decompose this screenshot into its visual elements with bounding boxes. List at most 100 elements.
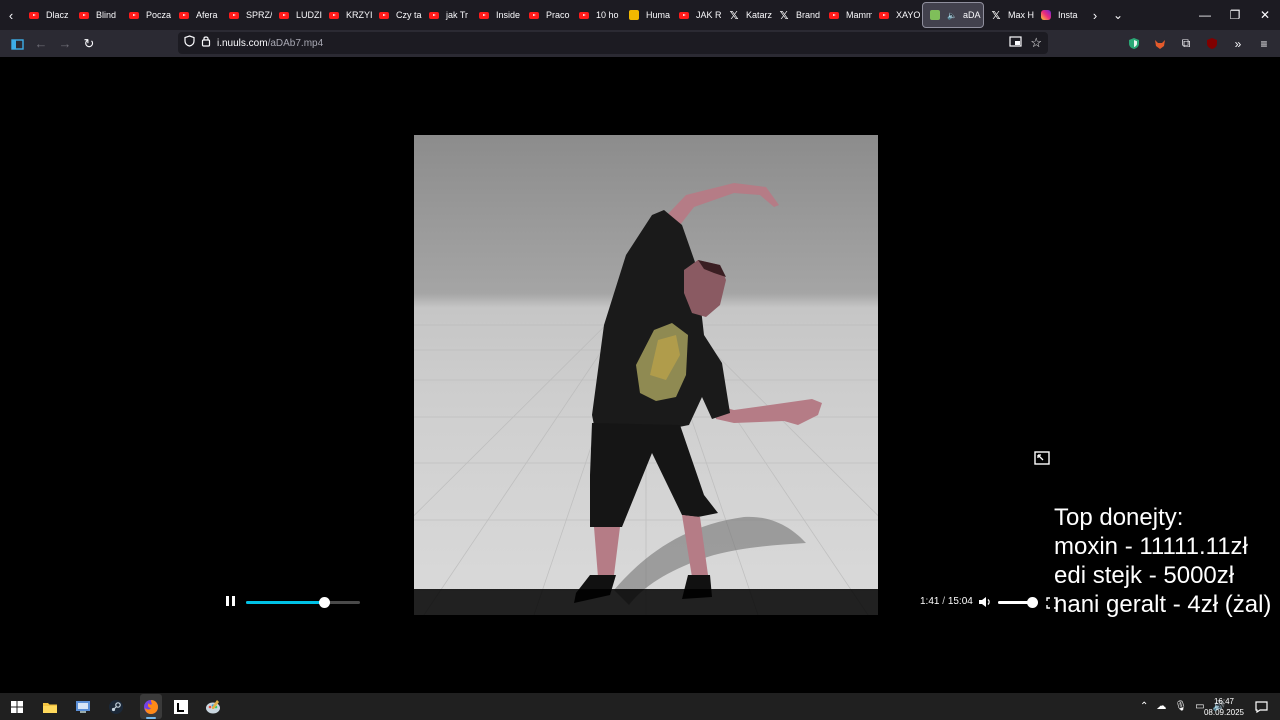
- lock-icon[interactable]: [201, 34, 211, 52]
- tab[interactable]: 𝕏 Katarz: [722, 2, 772, 28]
- tab[interactable]: Inside: [472, 2, 522, 28]
- notifications-icon[interactable]: [1250, 696, 1272, 718]
- current-time: 1:41: [920, 596, 940, 607]
- youtube-icon: [528, 9, 540, 21]
- video-picture: [414, 183, 878, 615]
- minimize-button[interactable]: —: [1190, 0, 1220, 30]
- top-donations-overlay: Top donejty: moxin - 11111.11zł edi stej…: [1054, 503, 1271, 619]
- volume-slider[interactable]: [998, 597, 1039, 608]
- tab-label: Brand: [796, 10, 821, 20]
- pause-button[interactable]: [224, 596, 236, 608]
- tab-label: Inside: [496, 10, 521, 20]
- privacy-badger-icon[interactable]: [1126, 36, 1142, 52]
- notion-app-icon[interactable]: [170, 696, 192, 718]
- tab[interactable]: LUDZI: [272, 2, 322, 28]
- youtube-icon: [178, 9, 190, 21]
- tab-label: SPRZ/: [246, 10, 272, 20]
- tab[interactable]: Pocza: [122, 2, 172, 28]
- taskbar-clock[interactable]: 16:47 08.09.2025: [1198, 696, 1250, 718]
- tab[interactable]: Insta: [1034, 2, 1084, 28]
- youtube-icon: [228, 9, 240, 21]
- volume-handle[interactable]: [1027, 597, 1039, 608]
- tab[interactable]: 10 ho: [572, 2, 622, 28]
- tab[interactable]: Mamm: [822, 2, 872, 28]
- tab[interactable]: Blind: [72, 2, 122, 28]
- tab-audio-playing-icon[interactable]: 🔈: [947, 11, 957, 20]
- fox-extension-icon[interactable]: [1152, 36, 1168, 52]
- youtube-icon: [828, 9, 840, 21]
- scrubber-handle[interactable]: [319, 597, 330, 608]
- tab-list: Dlacz Blind Pocza Afera SPRZ/LUDZI KRZYI Czy t…: [22, 0, 1084, 30]
- steam-icon[interactable]: [105, 696, 127, 718]
- firefox-icon[interactable]: [140, 696, 162, 718]
- picture-in-picture-icon[interactable]: [1032, 449, 1052, 467]
- menu-hamburger-icon[interactable]: ≡: [1256, 36, 1272, 52]
- tab[interactable]: JAK R: [672, 2, 722, 28]
- volume-icon[interactable]: [978, 595, 992, 609]
- sidebar-toggle-icon[interactable]: [5, 32, 29, 56]
- url-host: i.nuuls.com: [217, 37, 268, 49]
- bookmark-star-icon[interactable]: ☆: [1030, 35, 1042, 51]
- tab[interactable]: Huma: [622, 2, 672, 28]
- youtube-icon: [378, 9, 390, 21]
- list-all-tabs-button[interactable]: ⌄: [1106, 0, 1130, 30]
- extensions-area: ⧉ » ≡: [1126, 30, 1272, 57]
- tab-label: Blind: [96, 10, 117, 20]
- youtube-icon: [578, 9, 590, 21]
- tab-label: Pocza: [146, 10, 172, 20]
- forward-button[interactable]: →: [53, 32, 77, 56]
- tabs-scroll-right-button[interactable]: ›: [1084, 0, 1106, 30]
- tab[interactable]: SPRZ/: [222, 2, 272, 28]
- url-text[interactable]: i.nuuls.com/aDAb7.mp4: [217, 38, 323, 49]
- clock-date: 08.09.2025: [1203, 708, 1245, 717]
- tab[interactable]: jak Tr: [422, 2, 472, 28]
- tray-overflow-chevron-icon[interactable]: ⌃: [1140, 701, 1148, 712]
- tab-label: Huma: [646, 10, 671, 20]
- time-display: 1:41 / 15:04: [920, 596, 973, 607]
- close-window-button[interactable]: ✕: [1250, 0, 1280, 30]
- tab-label: aDA: [962, 10, 981, 20]
- youtube-icon: [478, 9, 490, 21]
- more-tools-chevron-icon[interactable]: »: [1230, 36, 1246, 52]
- tab-label: Czy ta: [396, 10, 422, 20]
- tab-label: Dlacz: [46, 10, 69, 20]
- overlay-line: moxin - 11111.11zł: [1054, 533, 1248, 560]
- start-windows-icon[interactable]: [6, 696, 28, 718]
- ublock-origin-icon[interactable]: [1204, 36, 1220, 52]
- reader-view-icon[interactable]: [1009, 34, 1022, 52]
- file-explorer-icon[interactable]: [39, 696, 61, 718]
- tab-label: Katarz: [746, 10, 772, 20]
- humble-icon: [628, 9, 640, 21]
- tab[interactable]: 𝕏 Max H: [984, 2, 1034, 28]
- tab[interactable]: 🔈aDA×: [922, 2, 984, 28]
- restore-button[interactable]: ❐: [1220, 0, 1250, 30]
- desktop-app-icon[interactable]: [72, 696, 94, 718]
- instagram-icon: [1040, 9, 1052, 21]
- tabs-scroll-left-button[interactable]: ‹: [0, 0, 22, 30]
- tab-label: JAK R: [696, 10, 722, 20]
- extensions-puzzle-icon[interactable]: ⧉: [1178, 36, 1194, 52]
- tab[interactable]: 𝕏 Brand: [772, 2, 822, 28]
- tab-label: 10 ho: [596, 10, 619, 20]
- tab[interactable]: XAYO: [872, 2, 922, 28]
- tracking-protection-shield-icon[interactable]: [184, 34, 195, 52]
- url-path: /aDAb7.mp4: [267, 37, 324, 49]
- tab[interactable]: Praco: [522, 2, 572, 28]
- video-frame[interactable]: [414, 135, 878, 615]
- video-scrubber[interactable]: [246, 597, 360, 608]
- tab[interactable]: Afera: [172, 2, 222, 28]
- url-bar[interactable]: i.nuuls.com/aDAb7.mp4 ☆: [178, 32, 1048, 54]
- youtube-icon: [428, 9, 440, 21]
- back-button[interactable]: ←: [29, 32, 53, 56]
- paint-app-icon[interactable]: [202, 696, 224, 718]
- tab[interactable]: Dlacz: [22, 2, 72, 28]
- youtube-icon: [678, 9, 690, 21]
- reload-button[interactable]: ↻: [77, 32, 101, 56]
- tab[interactable]: Czy ta: [372, 2, 422, 28]
- microphone-icon[interactable]: 🎙: [1174, 701, 1187, 712]
- tab-label: Afera: [196, 10, 218, 20]
- onedrive-cloud-icon[interactable]: ☁: [1156, 701, 1166, 712]
- tab[interactable]: KRZYI: [322, 2, 372, 28]
- tab-label: KRZYI: [346, 10, 372, 20]
- overlay-line: Top donejty:: [1054, 504, 1184, 531]
